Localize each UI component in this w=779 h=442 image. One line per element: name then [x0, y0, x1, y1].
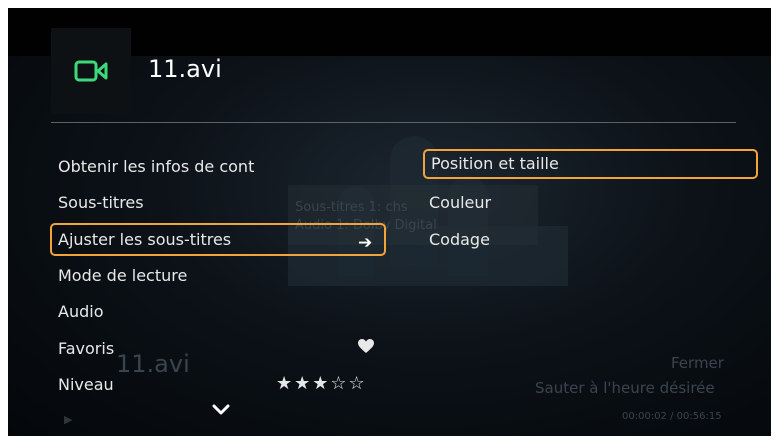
- play-icon: ▶: [64, 413, 73, 426]
- submenu-item-encoding[interactable]: Codage: [429, 227, 764, 257]
- arrow-right-icon: ➔: [358, 233, 373, 253]
- heart-icon: [358, 339, 374, 353]
- menu-item-content-info[interactable]: Obtenir les infos de cont: [58, 154, 378, 180]
- menu-item-label: Mode de lecture: [58, 266, 188, 285]
- submenu-item-label: Codage: [429, 230, 490, 249]
- chevron-down-icon[interactable]: [212, 404, 230, 416]
- background-close-label: Fermer: [671, 354, 724, 372]
- menu-item-adjust-subtitles[interactable]: Ajuster les sous-titres: [50, 223, 386, 256]
- menu-item-favorites[interactable]: Favoris: [58, 336, 378, 362]
- star-rating[interactable]: ★★★☆☆: [276, 373, 367, 394]
- video-camera-icon: [74, 60, 108, 82]
- menu-item-subtitles[interactable]: Sous-titres: [58, 190, 378, 216]
- menu-item-playback-mode[interactable]: Mode de lecture: [58, 263, 378, 289]
- submenu-item-label: Couleur: [429, 193, 492, 212]
- background-time: 00:00:02 / 00:56:15: [622, 411, 722, 422]
- file-title: 11.avi: [148, 55, 222, 83]
- header-divider: [51, 122, 736, 123]
- submenu-item-color[interactable]: Couleur: [429, 190, 764, 220]
- submenu-item-position-size[interactable]: Position et taille: [423, 149, 758, 179]
- menu-item-label: Niveau: [58, 375, 114, 394]
- media-type-icon-box: [51, 28, 131, 114]
- menu-item-audio[interactable]: Audio: [58, 299, 378, 325]
- menu-item-label: Favoris: [58, 339, 115, 358]
- submenu-item-label: Position et taille: [431, 154, 559, 173]
- menu-item-label: Sous-titres: [58, 193, 144, 212]
- background-seek-label: Sauter à l'heure désirée: [535, 379, 715, 397]
- menu-item-label: Obtenir les infos de cont: [58, 157, 255, 176]
- media-player-screen: Sous-titres 1: chs Audio 1: Dolby Digita…: [8, 8, 771, 436]
- menu-item-label: Ajuster les sous-titres: [58, 230, 232, 249]
- menu-item-label: Audio: [58, 302, 104, 321]
